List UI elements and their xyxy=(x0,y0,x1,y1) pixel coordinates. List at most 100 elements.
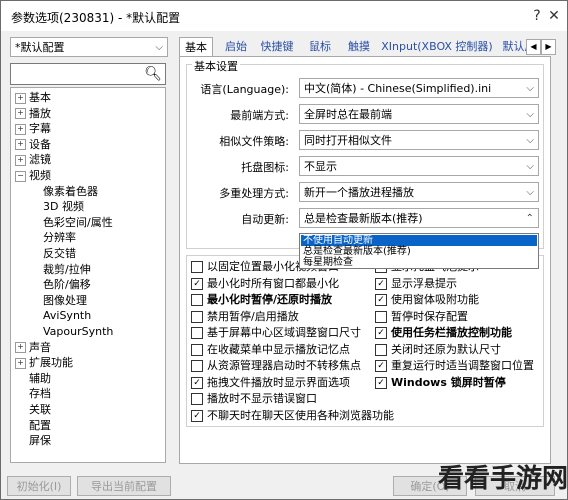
checkbox-checked-icon[interactable]: ✓ xyxy=(375,360,387,372)
checkbox-checked-icon[interactable]: ✓ xyxy=(375,327,387,339)
tree-item-label: 裁剪/拉伸 xyxy=(43,262,91,276)
option-checkbox[interactable]: 播放时不显示错误窗口 xyxy=(191,392,317,406)
checkbox-empty-icon[interactable] xyxy=(191,327,203,339)
option-checkbox-label: 使用任务栏播放控制功能 xyxy=(391,326,512,339)
checkbox-empty-icon[interactable] xyxy=(375,343,387,356)
field-label: 多重处理方式: xyxy=(219,187,289,200)
checkbox-empty-icon[interactable] xyxy=(191,310,203,323)
checkbox-empty-icon[interactable] xyxy=(191,343,203,356)
expand-icon[interactable]: + xyxy=(15,139,26,151)
checkbox-checked-icon[interactable]: ✓ xyxy=(375,294,387,306)
field-select[interactable]: 同时打开相似文件 ⌵ xyxy=(299,130,539,150)
option-checkbox[interactable]: ✓ 拖拽文件播放时显示界面选项 xyxy=(191,376,350,390)
option-checkbox[interactable]: 暂停时保存配置 xyxy=(375,310,468,324)
option-checkbox[interactable]: ✓ 重复运行时适当调整窗口位置 xyxy=(375,359,534,373)
tree-item[interactable]: VapourSynth xyxy=(43,324,113,339)
field-select-value: 不显示 xyxy=(304,160,337,173)
option-checkbox[interactable]: ✓ 不聊天时在聊天区使用各种浏览器功能 xyxy=(191,409,394,423)
option-checkbox[interactable]: ✓ 显示浮悬提示 xyxy=(375,277,457,291)
expand-icon[interactable]: + xyxy=(15,108,26,120)
field-select[interactable]: 新开一个播放进程播放 ⌵ xyxy=(299,182,539,202)
dropdown-option[interactable]: 总是检查最新版本(推荐) xyxy=(301,246,537,257)
tree-item[interactable]: 辅助 xyxy=(29,371,51,386)
tab-item[interactable]: 触摸 xyxy=(341,37,377,57)
profile-select[interactable]: *默认配置 ⌵ xyxy=(10,37,168,57)
checkbox-empty-icon[interactable] xyxy=(191,294,203,306)
close-button[interactable]: ✕ xyxy=(541,5,567,27)
checkbox-checked-icon[interactable]: ✓ xyxy=(375,277,387,290)
tab-item[interactable]: 基本 xyxy=(179,37,213,57)
tab-item[interactable]: XInput(XBOX 控制器) xyxy=(379,37,495,57)
expand-icon[interactable]: + xyxy=(15,123,26,135)
option-checkbox-label: 不聊天时在聊天区使用各种浏览器功能 xyxy=(207,408,394,422)
option-checkbox[interactable]: ✓ 最小化时所有窗口都最小化 xyxy=(191,277,339,291)
export-config-button[interactable]: 导出当前配置 xyxy=(77,476,171,496)
auto-update-dropdown-list[interactable]: 不使用自动更新 总是检查最新版本(推荐) 每星期检查 xyxy=(299,233,539,269)
tab-item[interactable]: 快捷键 xyxy=(255,37,299,57)
field-select[interactable]: 不显示 ⌵ xyxy=(299,156,539,176)
checkbox-empty-icon[interactable] xyxy=(191,261,203,273)
checkbox-empty-icon[interactable] xyxy=(191,393,203,405)
field-select[interactable]: 中文(简体) - Chinese(Simplified).ini ⌵ xyxy=(299,78,539,98)
option-checkbox[interactable]: 基于屏幕中心区域调整窗口尺寸 xyxy=(191,326,361,340)
tree-item[interactable]: + 字幕 xyxy=(15,121,51,136)
tree-item[interactable]: + 扩展功能 xyxy=(15,355,73,370)
collapse-icon[interactable]: − xyxy=(15,170,26,182)
field-select[interactable]: 总是检查最新版本(推荐) ⌃ xyxy=(299,208,539,228)
tree-item[interactable]: 反交错 xyxy=(43,246,76,261)
checkbox-checked-icon[interactable]: ✓ xyxy=(191,409,203,422)
dropdown-option[interactable]: 每星期检查 xyxy=(301,257,537,268)
expand-icon[interactable]: + xyxy=(15,92,26,104)
option-checkbox-label: 显示浮悬提示 xyxy=(391,276,457,290)
option-checkbox[interactable]: ✓ 使用任务栏播放控制功能 xyxy=(375,326,512,340)
checkbox-checked-icon[interactable]: ✓ xyxy=(191,376,203,389)
tree-item[interactable]: AviSynth xyxy=(43,308,91,323)
tree-item[interactable]: 配置 xyxy=(29,418,51,433)
tree-item[interactable]: + 声音 xyxy=(15,340,51,355)
option-checkbox[interactable]: 关闭时还原为默认尺寸 xyxy=(375,343,501,357)
tree-item[interactable]: 分辨率 xyxy=(43,230,76,245)
tree-item[interactable]: 3D 视频 xyxy=(43,199,84,214)
tree-item[interactable]: − 视频 xyxy=(15,168,51,183)
tree-item[interactable]: 图像处理 xyxy=(43,293,87,308)
tree-item[interactable]: 裁剪/拉伸 xyxy=(43,262,91,277)
tree-item[interactable]: + 播放 xyxy=(15,106,51,121)
search-icon[interactable]: 🔍︎ xyxy=(144,66,162,82)
option-checkbox[interactable]: ✓ Windows 锁屏时暂停 xyxy=(375,376,506,390)
option-checkbox[interactable]: 最小化时暂停/还原时播放 xyxy=(191,293,332,307)
tree-item[interactable]: + 滤镜 xyxy=(15,152,51,167)
checkbox-checked-icon[interactable]: ✓ xyxy=(375,376,387,389)
tree-item[interactable]: + 设备 xyxy=(15,137,51,152)
tree-item[interactable]: 色彩空间/属性 xyxy=(43,215,113,230)
checkbox-empty-icon[interactable] xyxy=(375,310,387,323)
checkbox-empty-icon[interactable] xyxy=(191,360,203,372)
tree-item-label: 滤镜 xyxy=(29,153,51,167)
dropdown-option[interactable]: 不使用自动更新 xyxy=(301,235,537,246)
tree-item[interactable]: 屏保 xyxy=(29,433,51,448)
init-button[interactable]: 初始化(I) xyxy=(7,476,71,496)
tree-item[interactable]: 关联 xyxy=(29,402,51,417)
tree-item[interactable]: 像素着色器 xyxy=(43,184,98,199)
tab-strip: 基本 启始 快捷键 鼠标 触摸 XInput(XBOX 控制器) 默认皮 ◀ ▶ xyxy=(179,37,567,57)
option-checkbox[interactable]: 禁用暂停/启用播放 xyxy=(191,310,299,324)
expand-icon[interactable]: + xyxy=(15,154,26,166)
option-checkbox[interactable]: 从资源管理器启动时不转移焦点 xyxy=(191,359,361,373)
tab-item[interactable]: 鼠标 xyxy=(301,37,339,57)
tree-item-label: VapourSynth xyxy=(43,325,114,338)
tree-item[interactable]: 存档 xyxy=(29,386,51,401)
option-checkbox[interactable]: ✓ 使用窗体吸附功能 xyxy=(375,293,479,307)
checkbox-checked-icon[interactable]: ✓ xyxy=(191,277,203,290)
tab-scroll-right-button[interactable]: ▶ xyxy=(541,39,556,55)
search-input[interactable]: 🔍︎ xyxy=(10,63,166,85)
option-checkbox[interactable]: 在收藏菜单中显示播放记忆点 xyxy=(191,343,350,357)
tree-item-label: 播放 xyxy=(29,106,51,120)
tree-item[interactable]: + 基本 xyxy=(15,90,51,105)
tree-item[interactable]: 色阶/偏移 xyxy=(43,277,91,292)
tab-item[interactable]: 启始 xyxy=(219,37,253,57)
tab-scroll-left-button[interactable]: ◀ xyxy=(526,39,541,55)
field-select[interactable]: 全屏时总在最前端 ⌵ xyxy=(299,104,539,124)
settings-tree[interactable]: + 基本 + 播放 + 字幕 + 设备 + 滤镜 − 视频 像素着色器 3D 视频 色彩空间/属性 分辨率 反交… xyxy=(10,87,166,463)
option-checkbox-label: 最小化时暂停/还原时播放 xyxy=(207,293,333,306)
expand-icon[interactable]: + xyxy=(15,342,26,354)
expand-icon[interactable]: + xyxy=(15,357,26,369)
